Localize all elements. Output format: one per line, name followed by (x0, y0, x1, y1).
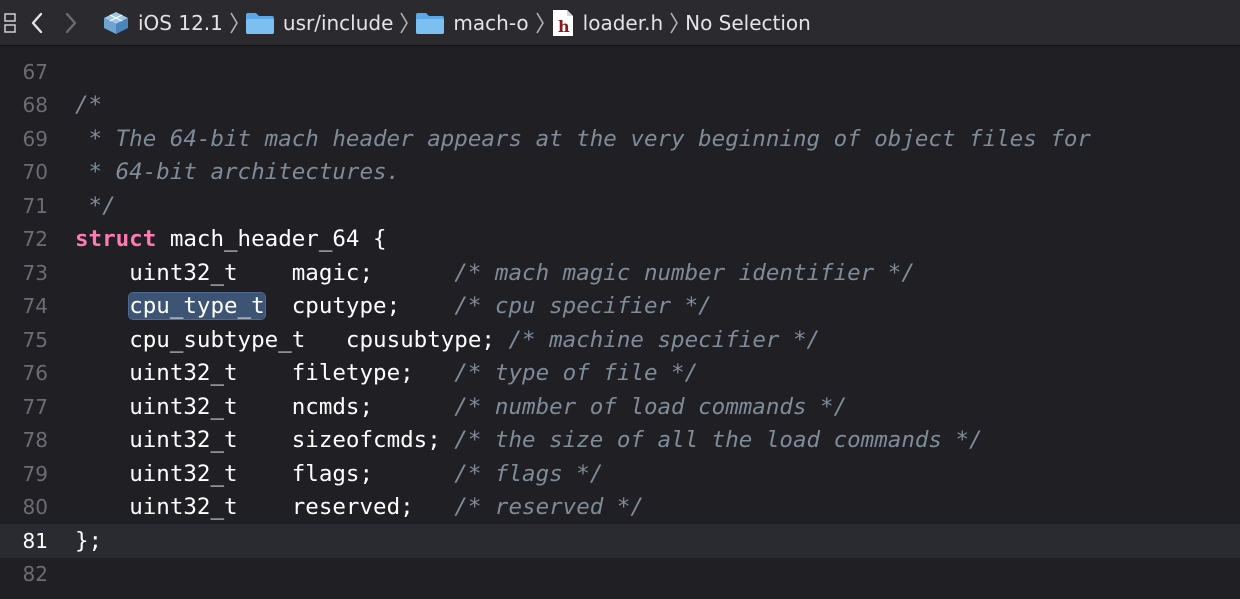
chevron-left-icon (31, 12, 43, 33)
comment-text: */ (75, 192, 116, 219)
keyword-token: struct (75, 226, 157, 253)
folder-icon (245, 12, 274, 34)
code-line[interactable]: 69 * The 64-bit mach header appears at t… (0, 122, 1240, 156)
comment-text: /* number of load commands */ (454, 393, 848, 420)
code-text: struct mach_header_64 { (75, 226, 387, 252)
comment-text: /* the size of all the load commands */ (454, 427, 983, 454)
comment-text: /* mach magic number identifier */ (454, 259, 915, 286)
breadcrumb-sdk[interactable]: iOS 12.1 (102, 10, 223, 36)
code-line[interactable]: 80 uint32_t reserved; /* reserved */ (0, 491, 1240, 525)
code-line[interactable]: 67 (0, 55, 1240, 89)
comment-text: /* reserved */ (454, 494, 644, 521)
code-text: uint32_t reserved; /* reserved */ (75, 494, 644, 520)
chevron-separator-icon (535, 11, 545, 35)
code-text: uint32_t ncmds; /* number of load comman… (75, 394, 847, 420)
forward-button[interactable] (54, 8, 88, 38)
code-line[interactable]: 78 uint32_t sizeofcmds; /* the size of a… (0, 424, 1240, 458)
highlighted-token[interactable]: cpu_type_t (128, 292, 266, 321)
related-items-icon[interactable] (2, 10, 20, 36)
comment-text: /* flags */ (454, 460, 604, 487)
code-text: /* (75, 92, 102, 118)
comment-text: * 64-bit architectures. (75, 159, 401, 186)
line-number: 67 (22, 59, 48, 84)
line-number: 72 (22, 227, 48, 252)
code-line[interactable]: 75 cpu_subtype_t cpusubtype; /* machine … (0, 323, 1240, 357)
code-text: uint32_t filetype; /* type of file */ (75, 360, 698, 386)
back-button[interactable] (20, 8, 54, 38)
source-editor[interactable]: 67 68 /* 69 * The 64-bit mach header app… (0, 47, 1240, 599)
breadcrumb-label: No Selection (685, 10, 811, 35)
plain-text: }; (75, 527, 103, 554)
code-text: cpu_type_t cputype; /* cpu specifier */ (75, 292, 712, 321)
breadcrumb-mach-o[interactable]: mach-o (415, 10, 529, 35)
line-number: 75 (22, 327, 48, 352)
code-line[interactable]: 73 uint32_t magic; /* mach magic number … (0, 256, 1240, 290)
plain-text: uint32_t ncmds; (129, 393, 455, 420)
code-text: uint32_t sizeofcmds; /* the size of all … (75, 427, 983, 454)
code-line[interactable]: 82 (0, 558, 1240, 592)
code-text: * 64-bit architectures. (75, 159, 401, 186)
comment-text: * The 64-bit mach header appears at the … (75, 125, 1091, 152)
code-text: * The 64-bit mach header appears at the … (75, 126, 1091, 152)
code-line[interactable]: 74 cpu_type_t cputype; /* cpu specifier … (0, 290, 1240, 324)
chevron-separator-icon (229, 11, 239, 35)
code-line[interactable]: 72 struct mach_header_64 { (0, 223, 1240, 257)
code-text: */ (75, 193, 116, 219)
jump-bar: iOS 12.1 usr/include mach-o h loader.h N… (0, 0, 1240, 46)
chevron-separator-icon (669, 11, 679, 35)
code-line[interactable]: 77 uint32_t ncmds; /* number of load com… (0, 390, 1240, 424)
folder-icon (416, 12, 445, 34)
breadcrumb-label: loader.h (582, 10, 664, 35)
breadcrumb-label: mach-o (453, 10, 529, 35)
breadcrumb-label: usr/include (282, 10, 394, 35)
plain-text: uint32_t sizeofcmds; (129, 427, 455, 454)
plain-text: uint32_t reserved; (129, 494, 455, 521)
chevron-right-icon (65, 12, 77, 33)
code-text: cpu_subtype_t cpusubtype; /* machine spe… (75, 327, 820, 353)
line-number: 68 (22, 93, 48, 118)
header-file-icon: h (552, 9, 573, 36)
breadcrumb-label: iOS 12.1 (138, 10, 223, 35)
line-number: 77 (22, 394, 48, 419)
current-code-line[interactable]: 81 }; (0, 524, 1240, 558)
chevron-separator-icon (399, 11, 409, 35)
code-text: }; (75, 528, 102, 554)
breadcrumb-loader-h[interactable]: h loader.h (551, 9, 663, 37)
plain-text: uint32_t flags; (129, 460, 455, 487)
code-line[interactable]: 76 uint32_t filetype; /* type of file */ (0, 357, 1240, 391)
line-number: 69 (22, 126, 48, 151)
sdk-icon (104, 11, 128, 34)
breadcrumb-usr-include[interactable]: usr/include (245, 10, 394, 35)
code-text: uint32_t magic; /* mach magic number ide… (75, 260, 915, 286)
line-number: 76 (22, 361, 48, 386)
plain-text: uint32_t magic; (129, 259, 455, 286)
line-number: 80 (22, 495, 48, 520)
line-number: 70 (22, 160, 48, 185)
code-line[interactable]: 71 */ (0, 189, 1240, 223)
line-number: 74 (22, 294, 48, 319)
line-number: 81 (22, 528, 48, 553)
code-line[interactable]: 70 * 64-bit architectures. (0, 156, 1240, 190)
line-number: 79 (22, 461, 48, 486)
line-number: 73 (22, 260, 48, 285)
plain-text: mach_header_64 { (156, 226, 387, 253)
code-text: uint32_t flags; /* flags */ (75, 461, 603, 487)
comment-text: /* machine specifier */ (508, 326, 821, 353)
comment-text: /* type of file */ (454, 360, 699, 387)
breadcrumb-symbol-selection[interactable]: No Selection (685, 13, 811, 33)
comment-text: /* (75, 92, 103, 119)
plain-text: uint32_t filetype; (129, 360, 455, 387)
code-line[interactable]: 68 /* (0, 89, 1240, 123)
line-number: 82 (22, 562, 48, 587)
svg-text:h: h (558, 17, 570, 36)
plain-text: cpu_subtype_t cpusubtype; (129, 326, 509, 353)
line-number: 78 (22, 428, 48, 453)
code-line[interactable]: 79 uint32_t flags; /* flags */ (0, 457, 1240, 491)
plain-text: cputype; (264, 293, 455, 320)
comment-text: /* cpu specifier */ (454, 293, 712, 320)
line-number: 71 (22, 193, 48, 218)
